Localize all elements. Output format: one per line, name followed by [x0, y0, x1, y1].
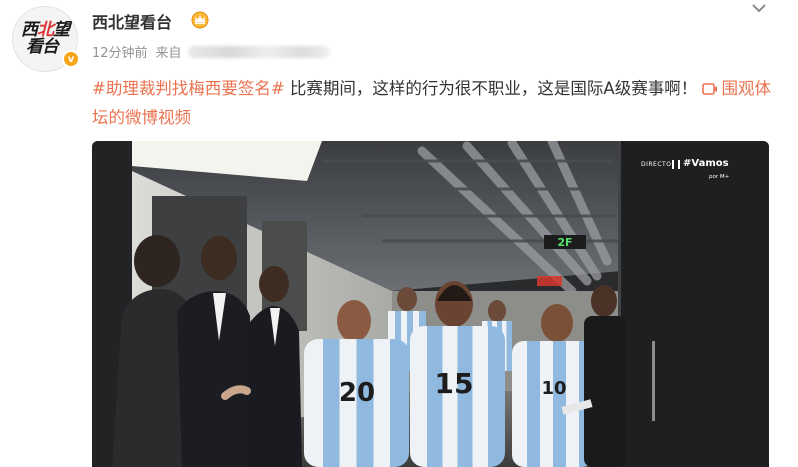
jersey-number-1: 20 [339, 378, 375, 408]
post-content: #助理裁判找梅西要签名# 比赛期间，这样的行为很不职业，这是国际A级赛事啊！ 围… [92, 74, 772, 132]
video-frame: 2F 20 15 10 [92, 141, 769, 467]
watermark-directo: DIRECTO [641, 161, 672, 168]
jersey-number-3: 10 [541, 378, 566, 399]
chevron-down-icon[interactable] [748, 0, 770, 18]
post-body: 比赛期间，这样的行为很不职业，这是国际A级赛事啊！ [289, 79, 698, 98]
floor-sign: 2F [557, 236, 572, 249]
source-prefix: 来自 [155, 46, 182, 61]
jersey-number-2: 15 [435, 367, 474, 400]
post-time[interactable]: 12分钟前 [92, 42, 148, 61]
video-player[interactable]: 2F 20 15 10 DIRECTO #Vamos por M+ [92, 141, 769, 467]
blurred-source [187, 45, 330, 58]
watermark-brand: #Vamos [683, 158, 729, 169]
crown-icon [191, 11, 209, 29]
watermark-by: por M+ [709, 174, 730, 180]
username-link[interactable]: 西北望看台 [92, 9, 172, 33]
hashtag-link[interactable]: #助理裁判找梅西要签名# [92, 79, 285, 98]
video-play-icon [702, 83, 718, 95]
post-meta: 12分钟前 来自 [92, 42, 330, 61]
verified-badge: v [62, 50, 80, 68]
